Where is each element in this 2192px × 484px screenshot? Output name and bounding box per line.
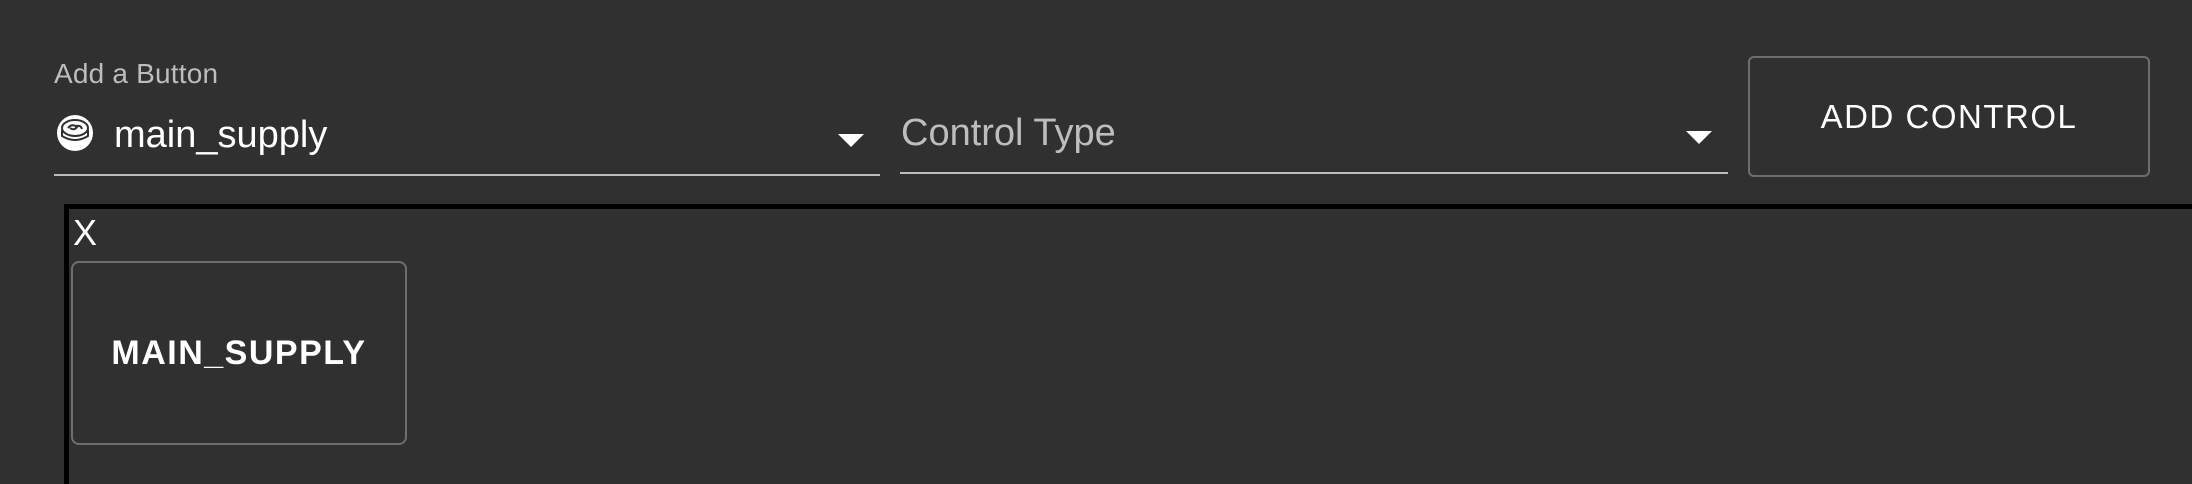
button-icon: [57, 115, 93, 151]
control-tile-main-supply[interactable]: MAIN_SUPPLY: [71, 261, 407, 445]
control-editor: Add a Button main_supply Control Type AD…: [0, 0, 2192, 484]
chevron-down-icon: [1686, 131, 1712, 144]
chevron-down-icon: [838, 134, 864, 147]
button-select[interactable]: main_supply: [54, 104, 880, 176]
canvas-close-button[interactable]: X: [73, 215, 97, 251]
add-button-label: Add a Button: [54, 58, 219, 89]
add-control-button[interactable]: ADD CONTROL: [1748, 56, 2150, 177]
button-select-value: main_supply: [114, 114, 328, 156]
control-type-select[interactable]: Control Type: [900, 104, 1728, 174]
control-type-placeholder: Control Type: [901, 112, 1116, 154]
control-canvas: X MAIN_SUPPLY: [64, 204, 2192, 484]
